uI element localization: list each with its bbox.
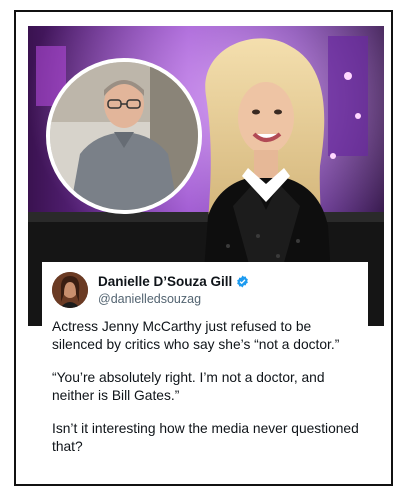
author-handle[interactable]: @danielledsouzag	[98, 292, 201, 306]
avatar[interactable]	[52, 272, 88, 308]
author-name[interactable]: Danielle D’Souza Gill	[98, 274, 232, 289]
author-name-row: Danielle D’Souza Gill	[98, 274, 249, 289]
post-body: Actress Jenny McCarthy just refused to b…	[52, 318, 364, 471]
post-paragraph-3: Isn’t it interesting how the media never…	[52, 421, 359, 454]
post-paragraph-1: Actress Jenny McCarthy just refused to b…	[52, 319, 340, 352]
post-card: Danielle D’Souza Gill @danielledsouzag A…	[42, 262, 368, 466]
post-header: Danielle D’Souza Gill @danielledsouzag	[52, 272, 352, 308]
inset-portrait	[46, 58, 202, 214]
post-paragraph-2: “You’re absolutely right. I’m not a doct…	[52, 370, 325, 403]
verified-badge-icon	[236, 275, 249, 288]
